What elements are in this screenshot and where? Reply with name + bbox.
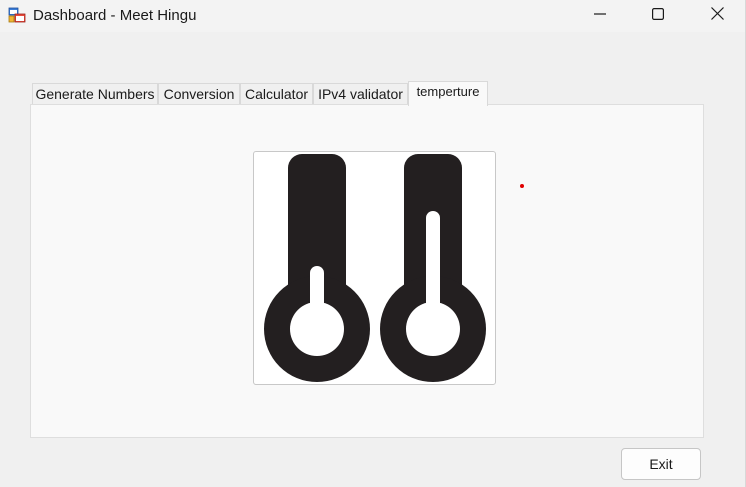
red-marker-dot bbox=[520, 184, 524, 188]
tab-page-temperture bbox=[30, 104, 704, 438]
dashboard-window: Dashboard - Meet Hingu Generate Numbers … bbox=[0, 0, 746, 487]
minimize-button[interactable] bbox=[577, 0, 623, 32]
close-icon bbox=[710, 7, 724, 25]
exit-button[interactable]: Exit bbox=[621, 448, 701, 480]
tab-conversion[interactable]: Conversion bbox=[158, 83, 240, 105]
tab-temperture[interactable]: temperture bbox=[408, 81, 488, 106]
maximize-button[interactable] bbox=[635, 0, 681, 32]
minimize-icon bbox=[594, 7, 606, 25]
app-forms-icon bbox=[8, 6, 26, 24]
thermometer-picture bbox=[253, 151, 496, 385]
title-bar[interactable]: Dashboard - Meet Hingu bbox=[0, 0, 745, 32]
tab-calculator[interactable]: Calculator bbox=[240, 83, 313, 105]
tab-generate-numbers[interactable]: Generate Numbers bbox=[32, 83, 158, 105]
tab-ipv4-validator[interactable]: IPv4 validator bbox=[313, 83, 408, 105]
window-title: Dashboard - Meet Hingu bbox=[33, 7, 197, 24]
close-button[interactable] bbox=[694, 0, 740, 32]
maximize-icon bbox=[652, 7, 665, 25]
